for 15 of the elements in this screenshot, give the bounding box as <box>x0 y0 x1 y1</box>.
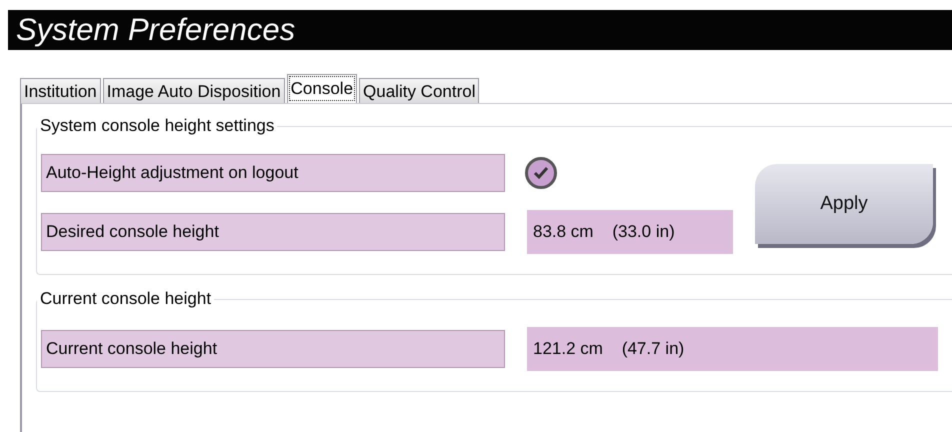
value-display: 121.2 cm (47.7 in) <box>527 327 938 371</box>
apply-button[interactable]: Apply <box>755 164 933 244</box>
field-label: Auto-Height adjustment on logout <box>41 154 505 192</box>
tab[interactable]: Console <box>286 74 358 103</box>
checkbox[interactable] <box>525 157 557 189</box>
tab[interactable]: Image Auto Disposition <box>102 78 285 103</box>
check-icon <box>533 166 549 180</box>
group-title: Current console height <box>39 289 212 309</box>
field-label: Current console height <box>41 330 505 368</box>
window-title: System Preferences <box>8 10 952 50</box>
group-title: System console height settings <box>39 116 276 136</box>
tab[interactable]: Institution <box>20 78 101 103</box>
field-label: Desired console height <box>41 213 505 251</box>
value-display: 83.8 cm (33.0 in) <box>527 210 733 254</box>
tab[interactable]: Quality Control <box>359 78 480 103</box>
